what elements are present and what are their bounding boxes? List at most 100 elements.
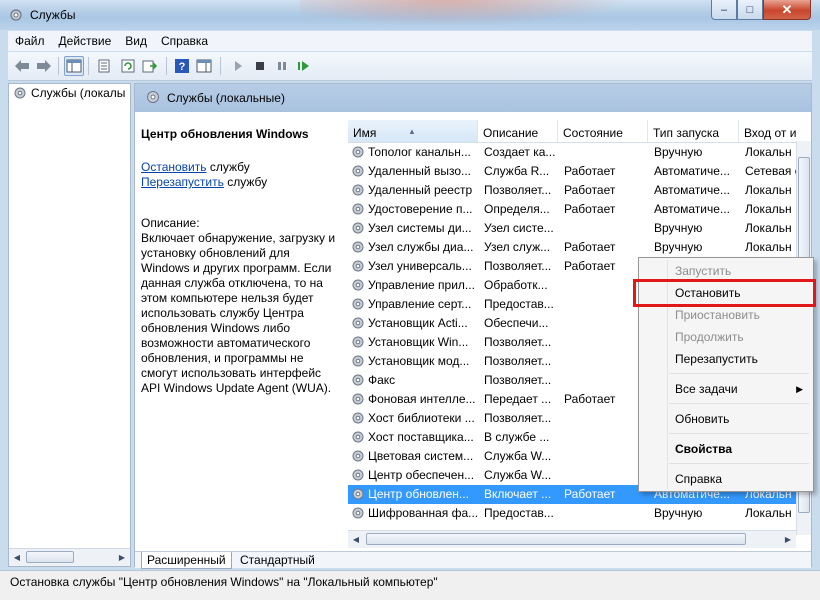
menu-item-resume[interactable]: Продолжить xyxy=(641,326,811,348)
stop-service-link[interactable]: Остановить xyxy=(141,160,207,174)
service-name: Хост библиотеки ... xyxy=(368,411,475,425)
service-name-cell: Цветовая систем... xyxy=(351,449,477,463)
table-header: ▲ Имя Описание Состояние Тип запуска Вхо… xyxy=(348,120,796,143)
tree-item-label: Службы (локалы xyxy=(31,86,126,100)
service-name-cell: Узел универсаль... xyxy=(351,259,477,273)
stop-service-icon[interactable] xyxy=(250,56,270,76)
service-name-cell: Центр обновлен... xyxy=(351,487,477,501)
highlight-box xyxy=(633,279,816,307)
service-logon: Локальн xyxy=(745,506,792,520)
service-name-cell: Фоновая интелле... xyxy=(351,392,477,406)
action-pane-icon[interactable] xyxy=(194,56,214,76)
pause-service-icon[interactable] xyxy=(272,56,292,76)
service-description-panel: Центр обновления Windows Остановить служ… xyxy=(141,127,336,395)
service-name: Управление прил... xyxy=(368,278,475,292)
start-service-icon[interactable] xyxy=(228,56,248,76)
table-row[interactable]: Шифрованная фа... Предостав... Вручную Лока… xyxy=(348,504,796,523)
menu-item-help[interactable]: Справка xyxy=(641,468,811,490)
forward-arrow-icon[interactable] xyxy=(34,56,54,76)
service-startup-type: Вручную xyxy=(654,506,703,520)
tree-horizontal-scrollbar[interactable]: ◀ ▶ xyxy=(9,548,130,566)
menu-item-refresh[interactable]: Обновить xyxy=(641,408,811,430)
gear-icon xyxy=(352,412,364,424)
table-row[interactable]: Удаленный вызо... Служба R... Работает Авто… xyxy=(348,162,796,181)
menu-file[interactable]: Файл xyxy=(8,34,52,48)
column-header-startup-type[interactable]: Тип запуска xyxy=(648,120,739,142)
column-header-name[interactable]: ▲ Имя xyxy=(348,120,478,142)
service-logon: Локальн xyxy=(745,145,792,159)
menu-action[interactable]: Действие xyxy=(52,34,119,48)
service-name-cell: Шифрованная фа... xyxy=(351,506,477,520)
maximize-button[interactable]: □ xyxy=(737,0,763,20)
table-row[interactable]: Тополог канальн... Создает ка... Вручную Ло… xyxy=(348,143,796,162)
tab-extended[interactable]: Расширенный xyxy=(141,552,232,569)
service-name: Тополог канальн... xyxy=(368,145,471,159)
service-description: Включает ... xyxy=(484,487,552,501)
toolbar: ? xyxy=(8,52,812,81)
export-list-icon[interactable] xyxy=(140,56,160,76)
gear-icon xyxy=(352,488,364,500)
back-arrow-icon[interactable] xyxy=(12,56,32,76)
help-icon[interactable]: ? xyxy=(172,56,192,76)
window-title: Службы xyxy=(30,8,76,22)
service-startup-type: Автоматиче... xyxy=(654,202,730,216)
gear-icon xyxy=(352,241,364,253)
menu-item-all-tasks[interactable]: Все задачи ▶ xyxy=(641,378,811,400)
description-line: данная служба отключена, то на xyxy=(141,276,323,290)
table-row[interactable]: Удаленный реестр Позволяет... Работает Авто… xyxy=(348,181,796,200)
scroll-left-icon[interactable]: ◀ xyxy=(348,531,364,548)
minimize-button[interactable]: – xyxy=(711,0,737,20)
table-row[interactable]: Удостоверение п... Определя... Работает Авт… xyxy=(348,200,796,219)
table-horizontal-scrollbar[interactable]: ◀ ▶ xyxy=(348,530,796,548)
scroll-right-icon[interactable]: ▶ xyxy=(114,549,130,566)
status-text: Остановка службы "Центр обновления Windo… xyxy=(10,575,438,589)
menu-view[interactable]: Вид xyxy=(118,34,154,48)
service-startup-type: Автоматиче... xyxy=(654,183,730,197)
service-state: Работает xyxy=(564,259,616,273)
gear-icon xyxy=(352,450,364,462)
service-name-cell: Факс xyxy=(351,373,477,387)
service-name: Центр обеспечен... xyxy=(368,468,475,482)
menu-help[interactable]: Справка xyxy=(154,34,215,48)
column-header-logon[interactable]: Вход от и xyxy=(739,120,796,142)
service-name-cell: Узел службы диа... xyxy=(351,240,477,254)
gear-icon xyxy=(352,317,364,329)
service-startup-type: Вручную xyxy=(654,145,703,159)
service-name-cell: Удаленный вызо... xyxy=(351,164,477,178)
tab-standard[interactable]: Стандартный xyxy=(235,552,320,568)
service-description: Позволяет... xyxy=(484,411,552,425)
properties-sheet-icon[interactable] xyxy=(94,56,114,76)
restart-service-link[interactable]: Перезапустить xyxy=(141,175,224,189)
scroll-right-icon[interactable]: ▶ xyxy=(780,531,796,548)
menu-item-pause[interactable]: Приостановить xyxy=(641,304,811,326)
service-description: Позволяет... xyxy=(484,354,552,368)
menu-item-restart[interactable]: Перезапустить xyxy=(641,348,811,370)
column-header-description[interactable]: Описание xyxy=(478,120,558,142)
service-name-cell: Центр обеспечен... xyxy=(351,468,477,482)
scroll-left-icon[interactable]: ◀ xyxy=(9,549,25,566)
description-line: Включает обнаружение, загрузку и xyxy=(141,231,336,245)
service-name: Установщик Acti... xyxy=(368,316,468,330)
table-row[interactable]: Узел службы диа... Узел служ... Работает Вр… xyxy=(348,238,796,257)
service-name: Узел универсаль... xyxy=(368,259,472,273)
restart-service-icon[interactable] xyxy=(294,56,314,76)
gear-icon xyxy=(352,374,364,386)
service-state: Работает xyxy=(564,183,616,197)
service-description: Служба W... xyxy=(484,468,552,482)
column-header-state[interactable]: Состояние xyxy=(558,120,648,142)
service-description: Служба R... xyxy=(484,164,550,178)
gear-icon xyxy=(352,393,364,405)
service-name-cell: Хост поставщика... xyxy=(351,430,477,444)
service-name-cell: Тополог канальн... xyxy=(351,145,477,159)
console-tree-icon[interactable] xyxy=(64,56,84,76)
console-tree-pane: Службы (локалы ◀ ▶ xyxy=(8,83,131,567)
gear-icon xyxy=(352,431,364,443)
sort-ascending-icon: ▲ xyxy=(408,127,416,136)
service-description: Предостав... xyxy=(484,297,554,311)
tree-item-services-local[interactable]: Службы (локалы xyxy=(13,86,129,100)
refresh-icon[interactable] xyxy=(118,56,138,76)
close-button[interactable]: ✕ xyxy=(763,0,811,20)
service-description: Позволяет... xyxy=(484,183,552,197)
table-row[interactable]: Узел системы ди... Узел систе... Вручную Ло… xyxy=(348,219,796,238)
menu-item-properties[interactable]: Свойства xyxy=(641,438,811,460)
